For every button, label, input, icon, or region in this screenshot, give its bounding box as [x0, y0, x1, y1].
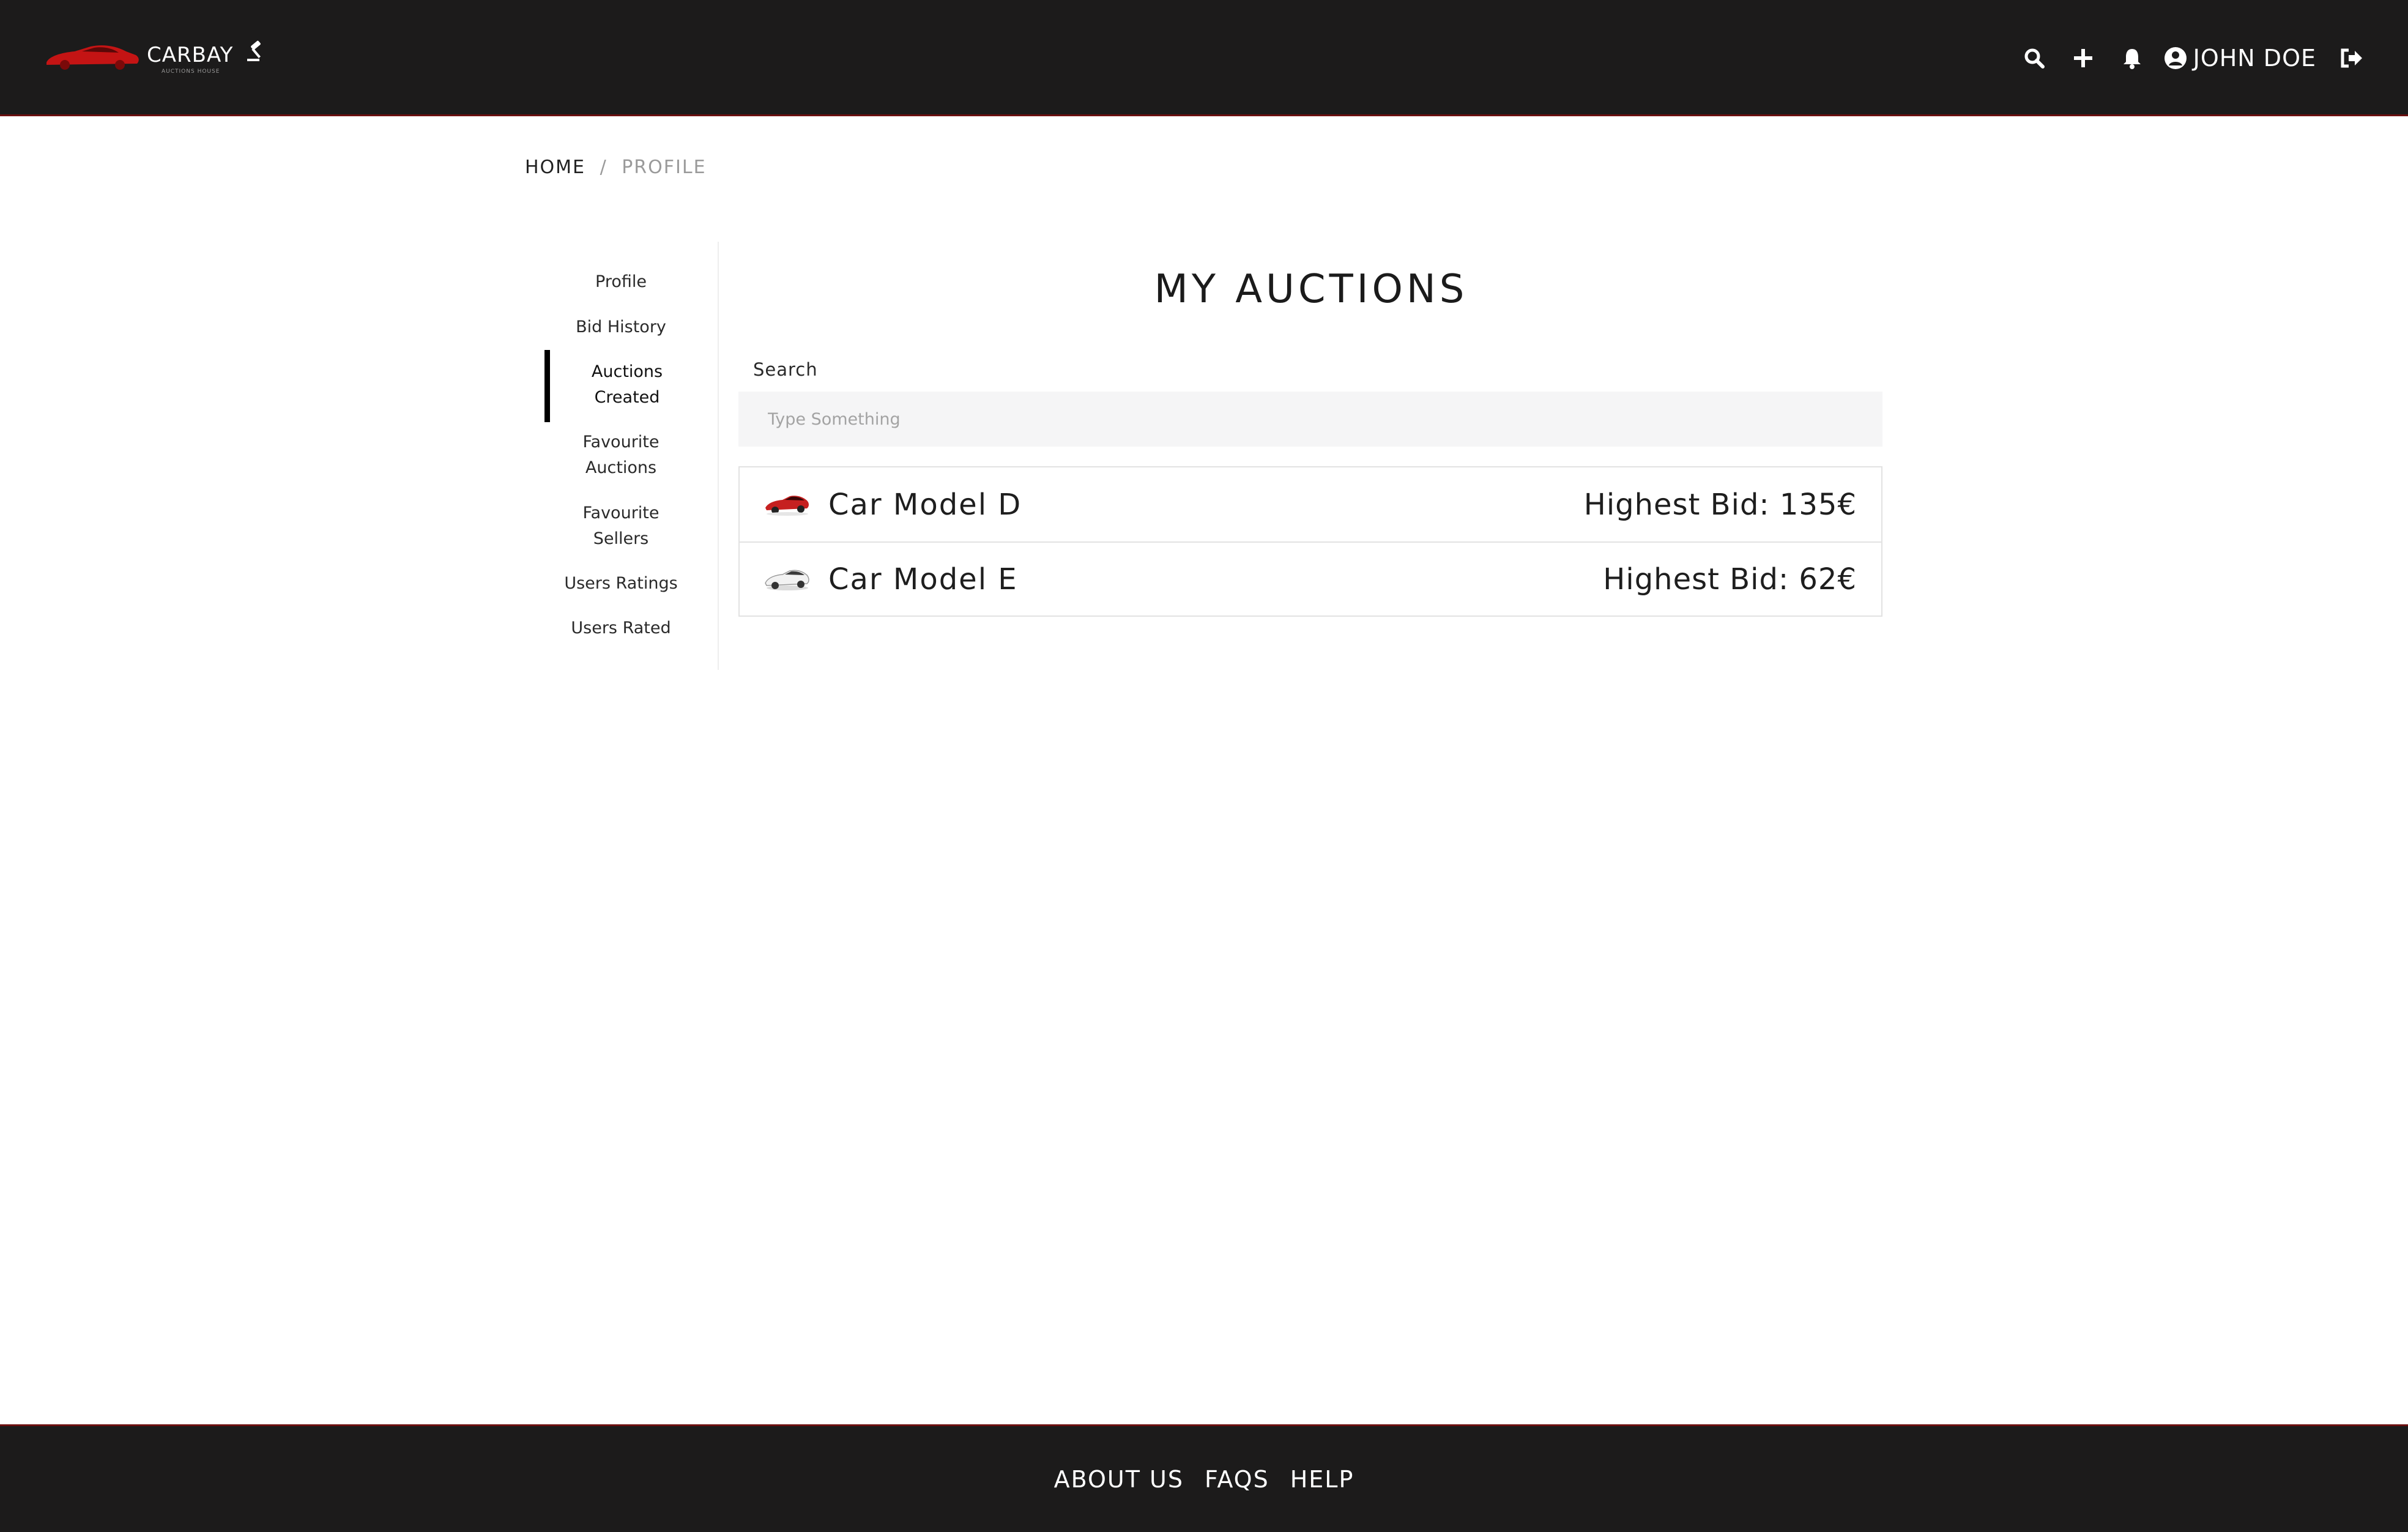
bell-icon[interactable] — [2119, 45, 2146, 72]
profile-sidebar: Profile Bid History Auctions Created Fav… — [544, 242, 719, 670]
brand-tagline: AUCTIONS HOUSE — [162, 69, 220, 75]
sidebar-item-users-rated[interactable]: Users Rated — [544, 615, 697, 641]
breadcrumb: HOME / PROFILE — [525, 157, 707, 178]
top-navbar: CARBAY AUCTIONS HOUSE JOHN DOE — [0, 0, 2408, 116]
user-menu[interactable]: JOHN DOE — [2164, 45, 2316, 72]
sidebar-item-auctions-created[interactable]: Auctions Created — [551, 359, 704, 411]
auction-name: Car Model E — [828, 562, 1018, 597]
footer: ABOUT US FAQS HELP — [0, 1424, 2408, 1532]
active-indicator — [544, 350, 550, 422]
car-logo-icon — [46, 45, 139, 70]
add-auction-icon[interactable] — [2070, 45, 2097, 72]
brand-name: CARBAY — [147, 43, 234, 67]
red-car-thumbnail — [765, 496, 809, 516]
footer-link-faqs[interactable]: FAQS — [1205, 1466, 1269, 1493]
white-car-thumbnail — [765, 570, 809, 590]
auction-highest-bid: Highest Bid: 135€ — [1583, 487, 1857, 522]
auction-name: Car Model D — [828, 487, 1022, 522]
sidebar-item-favourite-sellers[interactable]: Favourite Sellers — [544, 500, 697, 552]
auction-row[interactable]: Car Model D Highest Bid: 135€ — [740, 467, 1881, 541]
footer-link-help[interactable]: HELP — [1290, 1466, 1354, 1493]
auction-highest-bid: Highest Bid: 62€ — [1603, 562, 1857, 597]
sidebar-item-profile[interactable]: Profile — [544, 269, 697, 295]
search-label: Search — [753, 359, 818, 380]
header-actions: JOHN DOE — [1999, 37, 2365, 80]
brand-logo[interactable]: CARBAY AUCTIONS HOUSE — [43, 38, 275, 81]
footer-link-about-us[interactable]: ABOUT US — [1054, 1466, 1184, 1493]
auction-row[interactable]: Car Model E Highest Bid: 62€ — [740, 541, 1881, 615]
auction-list: Car Model D Highest Bid: 135€ Car Model … — [738, 466, 1882, 617]
sidebar-item-bid-history[interactable]: Bid History — [544, 314, 697, 340]
sidebar-item-users-ratings[interactable]: Users Ratings — [544, 571, 697, 597]
sign-out-icon[interactable] — [2338, 45, 2365, 72]
user-name: JOHN DOE — [2193, 45, 2316, 72]
breadcrumb-separator: / — [600, 157, 608, 178]
breadcrumb-home[interactable]: HOME — [525, 157, 585, 178]
gavel-icon — [247, 40, 261, 61]
user-circle-icon — [2164, 47, 2187, 69]
sidebar-item-favourite-auctions[interactable]: Favourite Auctions — [544, 429, 697, 481]
page-title: MY AUCTIONS — [1154, 267, 1468, 312]
search-icon[interactable] — [2021, 45, 2048, 72]
search-input[interactable] — [738, 392, 1882, 447]
breadcrumb-current: PROFILE — [622, 157, 707, 178]
